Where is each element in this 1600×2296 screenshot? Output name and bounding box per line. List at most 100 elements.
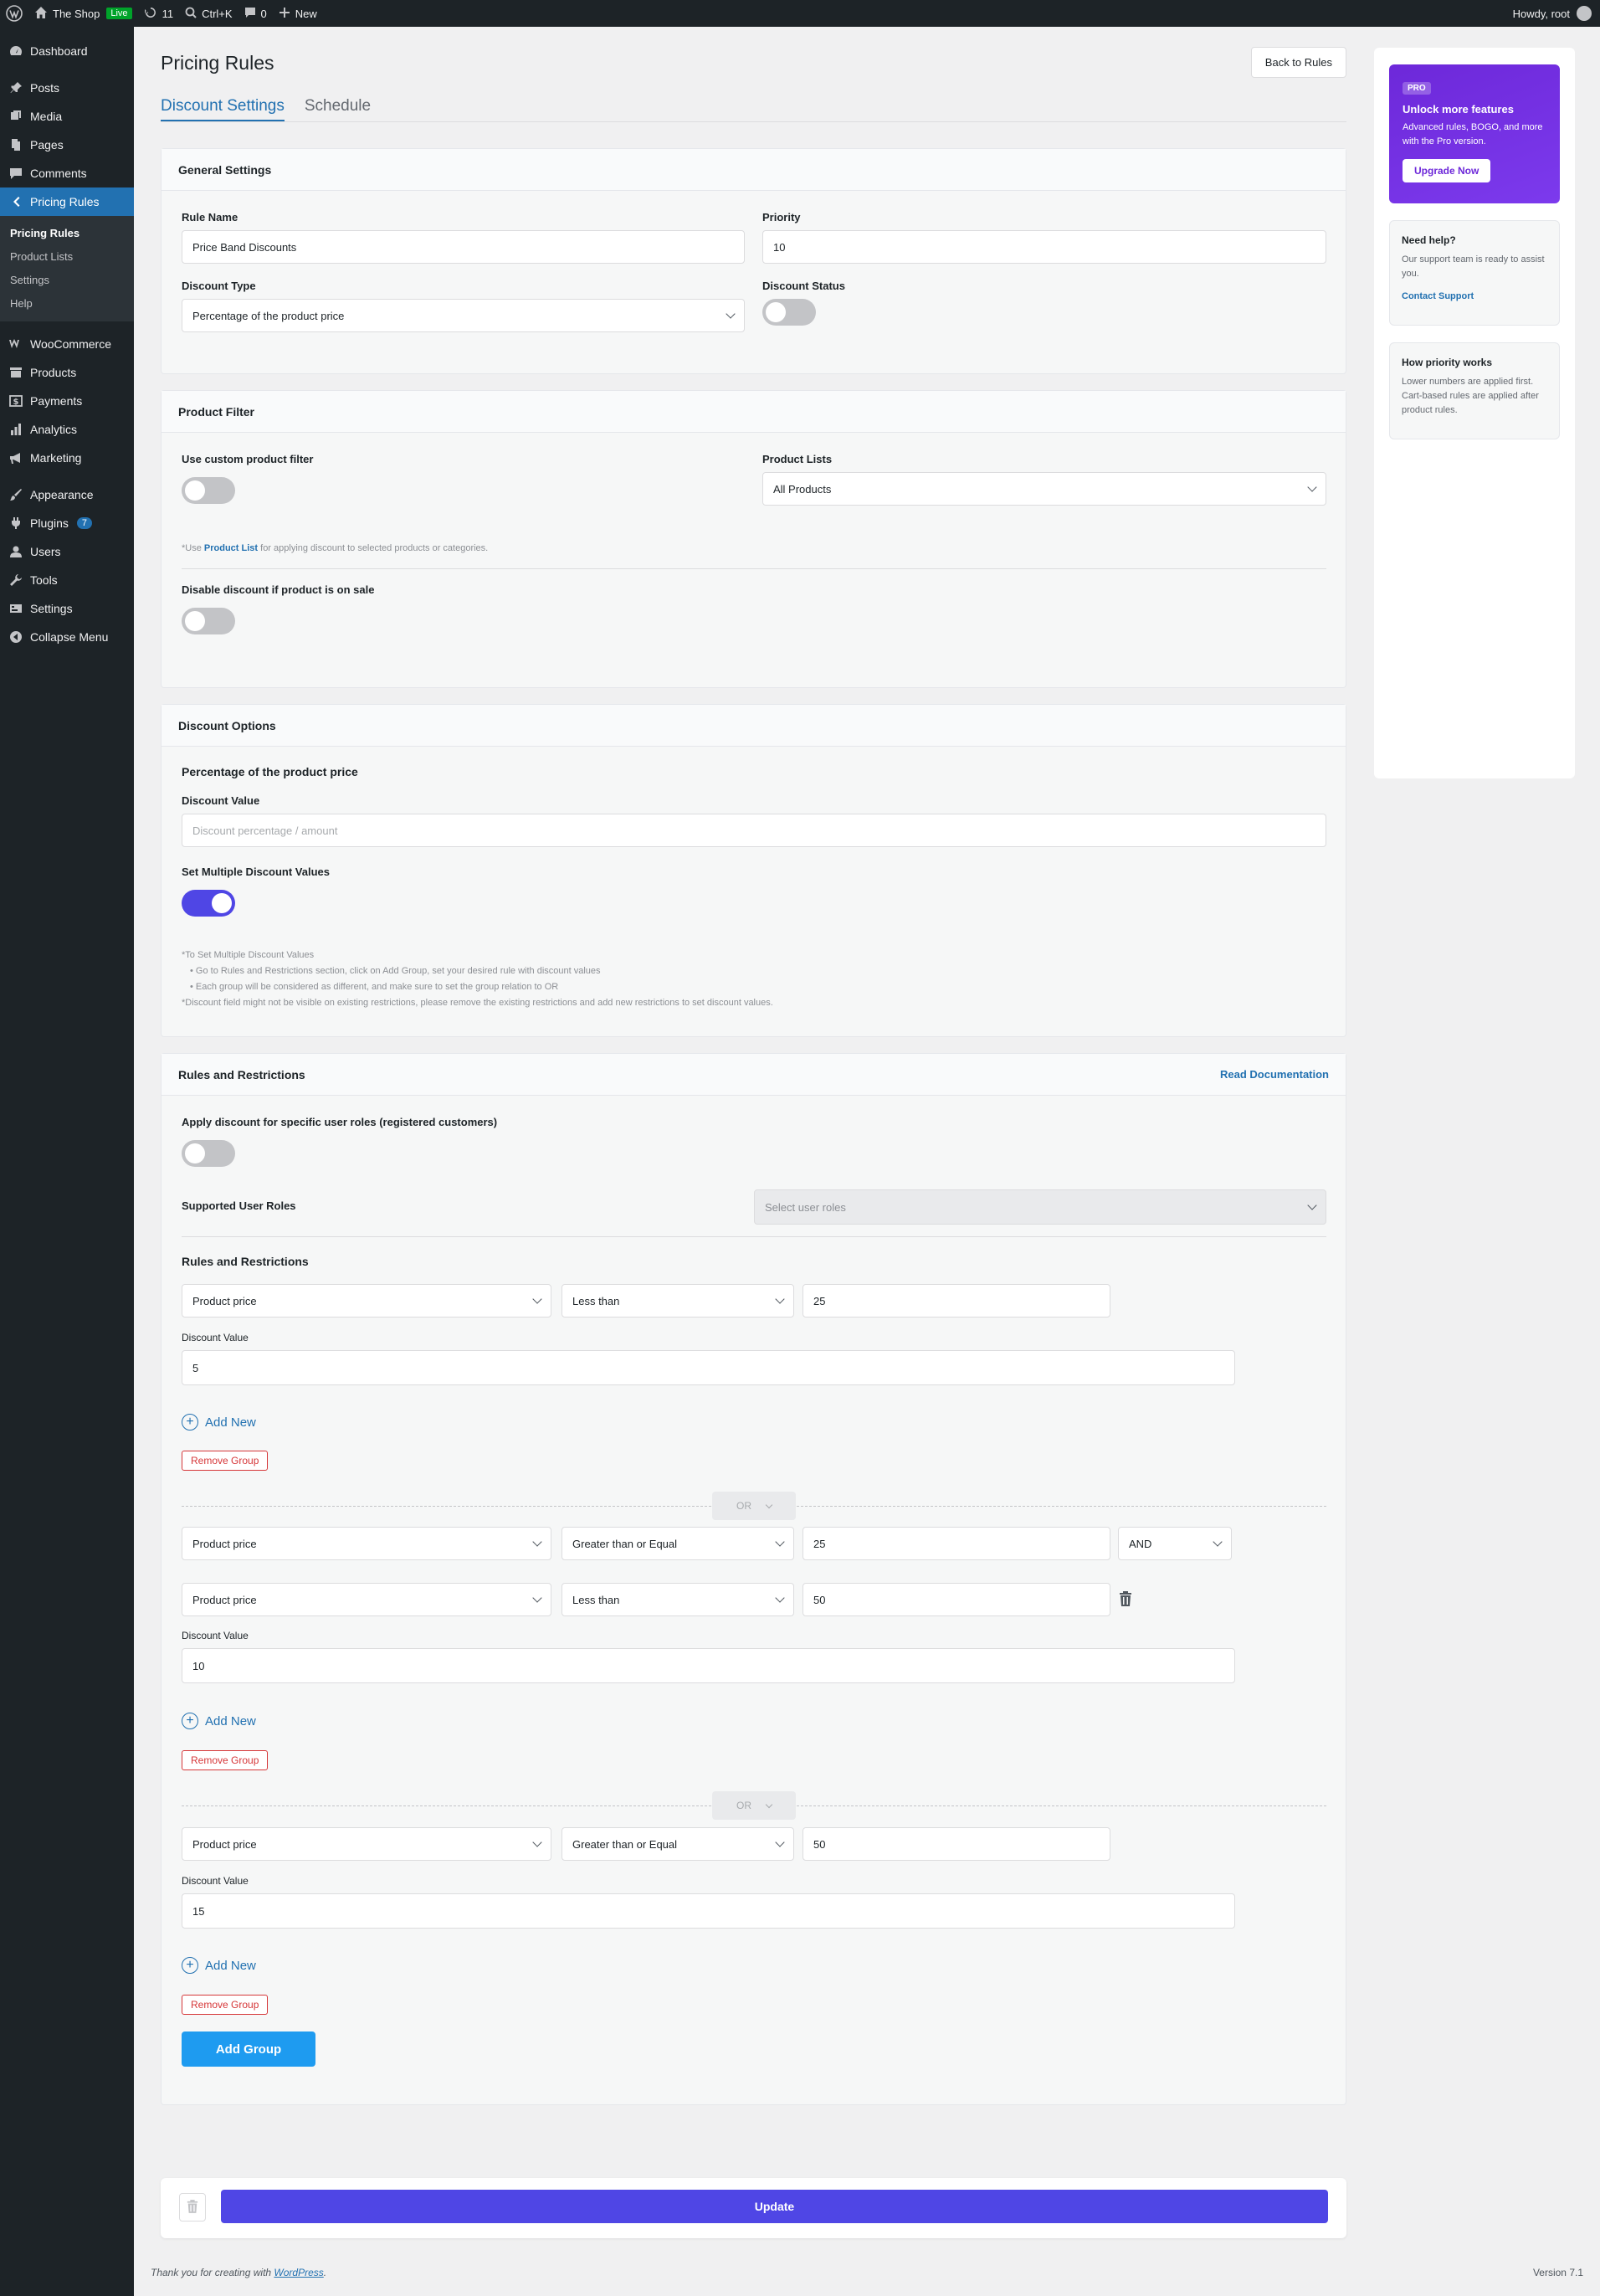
user-roles-toggle[interactable]	[182, 1140, 235, 1167]
howdy-text: Howdy, root	[1512, 7, 1570, 20]
multiple-values-toggle[interactable]	[182, 890, 235, 917]
condition-value-input[interactable]: 50	[803, 1827, 1110, 1861]
updates-link[interactable]: 11	[138, 0, 180, 27]
sidebar-item-payments[interactable]: $ Payments	[0, 387, 134, 415]
priority-input[interactable]: 10	[762, 230, 1326, 264]
submenu-item-pricing-rules[interactable]: Pricing Rules	[0, 222, 134, 245]
contact-support-link[interactable]: Contact Support	[1402, 291, 1547, 301]
custom-filter-label: Use custom product filter	[182, 453, 314, 465]
delete-condition-button[interactable]	[1119, 1591, 1132, 1609]
comments-link[interactable]: 0	[238, 0, 273, 27]
wordpress-logo-icon[interactable]	[0, 0, 28, 27]
condition-operator-select[interactable]: Greater than or Equal	[562, 1827, 794, 1861]
discount-value-input[interactable]: Discount percentage / amount	[182, 814, 1326, 847]
chevron-down-icon	[775, 1837, 785, 1847]
command-palette-link[interactable]: Ctrl+K	[179, 0, 238, 27]
chevron-down-icon	[1307, 1200, 1317, 1210]
condition-value-input[interactable]: 50	[803, 1583, 1110, 1616]
disable-sale-toggle[interactable]	[182, 608, 235, 634]
remove-group-button[interactable]: Remove Group	[182, 1750, 269, 1770]
sidebar-item-woocommerce[interactable]: WooCommerce	[0, 330, 134, 358]
card-header: General Settings	[162, 149, 1346, 191]
collapse-menu-button[interactable]: Collapse Menu	[0, 623, 134, 651]
product-lists-select[interactable]: All Products	[762, 472, 1326, 506]
group-relation-select[interactable]: OR	[712, 1791, 796, 1820]
submenu-item-product-lists[interactable]: Product Lists	[0, 245, 134, 269]
condition-field-select[interactable]: Product price	[182, 1527, 551, 1560]
sidebar-item-tools[interactable]: Tools	[0, 566, 134, 594]
discount-type-select[interactable]: Percentage of the product price	[182, 299, 745, 332]
condition-operator-select[interactable]: Greater than or Equal	[562, 1527, 794, 1560]
submenu-item-help[interactable]: Help	[0, 292, 134, 316]
read-documentation-link[interactable]: Read Documentation	[1220, 1068, 1329, 1081]
add-new-condition-button[interactable]: + Add New	[182, 1713, 256, 1729]
delete-rule-button[interactable]	[179, 2193, 206, 2222]
sidebar-item-media[interactable]: Media	[0, 102, 134, 131]
remove-group-button[interactable]: Remove Group	[182, 1451, 269, 1471]
card-title: Discount Options	[178, 718, 276, 732]
site-name-link[interactable]: The Shop Live	[28, 0, 138, 27]
sidebar-item-pricing-rules[interactable]: Pricing Rules	[0, 187, 134, 216]
back-to-rules-button[interactable]: Back to Rules	[1250, 47, 1346, 78]
condition-operator-select[interactable]: Less than	[562, 1583, 794, 1616]
condition-field-select[interactable]: Product price	[182, 1583, 551, 1616]
supported-roles-label: Supported User Roles	[182, 1199, 296, 1212]
upgrade-now-button[interactable]: Upgrade Now	[1403, 159, 1491, 182]
pro-promo-card: PRO Unlock more features Advanced rules,…	[1389, 64, 1560, 203]
sidebar-item-comments[interactable]: Comments	[0, 159, 134, 187]
add-new-condition-button[interactable]: + Add New	[182, 1957, 256, 1974]
trash-icon	[187, 2199, 198, 2216]
group-discount-value-input[interactable]: 15	[182, 1893, 1235, 1929]
rules-restrictions-card: Rules and Restrictions Read Documentatio…	[161, 1053, 1346, 2105]
condition-value-input[interactable]: 25	[803, 1284, 1110, 1318]
avatar	[1577, 6, 1592, 21]
discount-type-label: Discount Type	[182, 280, 256, 292]
submenu-item-settings[interactable]: Settings	[0, 269, 134, 292]
sidebar-item-plugins[interactable]: Plugins 7	[0, 509, 134, 537]
priority-info-text: Lower numbers are applied first. Cart-ba…	[1402, 377, 1539, 415]
sidebar-item-appearance[interactable]: Appearance	[0, 480, 134, 509]
pin-icon	[8, 80, 23, 95]
tab-schedule[interactable]: Schedule	[305, 97, 371, 121]
product-list-link[interactable]: Product List	[204, 543, 258, 553]
archive-icon	[8, 365, 23, 380]
sidebar-item-posts[interactable]: Posts	[0, 74, 134, 102]
condition-value-input[interactable]: 25	[803, 1527, 1110, 1560]
sidebar-item-marketing[interactable]: Marketing	[0, 444, 134, 472]
sidebar-item-analytics[interactable]: Analytics	[0, 415, 134, 444]
condition-join-select[interactable]: AND	[1118, 1527, 1232, 1560]
condition-operator-select[interactable]: Less than	[562, 1284, 794, 1318]
condition-field-select[interactable]: Product price	[182, 1284, 551, 1318]
discount-status-toggle[interactable]	[762, 299, 816, 326]
wordpress-link[interactable]: WordPress	[274, 2267, 323, 2278]
rule-name-input[interactable]: Price Band Discounts	[182, 230, 745, 264]
supported-roles-select[interactable]: Select user roles	[754, 1189, 1326, 1225]
add-new-condition-button[interactable]: + Add New	[182, 1414, 256, 1431]
sidebar-item-users[interactable]: Users	[0, 537, 134, 566]
add-group-button[interactable]: Add Group	[182, 2031, 315, 2067]
my-account[interactable]: Howdy, root	[1513, 6, 1600, 21]
woo-icon	[8, 336, 23, 352]
sidebar-item-products[interactable]: Products	[0, 358, 134, 387]
tab-discount-settings[interactable]: Discount Settings	[161, 97, 285, 121]
chevron-down-icon	[532, 1294, 542, 1304]
update-button[interactable]: Update	[221, 2190, 1328, 2223]
discount-type-value: Percentage of the product price	[192, 309, 345, 322]
settings-icon	[8, 601, 23, 616]
brush-icon	[8, 487, 23, 502]
discount-type-subtitle: Percentage of the product price	[182, 765, 358, 778]
sidebar-item-label: WooCommerce	[30, 337, 111, 351]
sidebar-item-settings[interactable]: Settings	[0, 594, 134, 623]
remove-group-button[interactable]: Remove Group	[182, 1995, 269, 2015]
new-content-link[interactable]: New	[273, 0, 323, 27]
group-discount-value-input[interactable]: 5	[182, 1350, 1235, 1385]
condition-field-select[interactable]: Product price	[182, 1827, 551, 1861]
sidebar-item-label: Payments	[30, 394, 83, 408]
sidebar-item-pages[interactable]: Pages	[0, 131, 134, 159]
users-icon	[8, 544, 23, 559]
group-discount-value-input[interactable]: 10	[182, 1648, 1235, 1683]
sidebar-item-label: Appearance	[30, 488, 94, 501]
custom-filter-toggle[interactable]	[182, 477, 235, 504]
sidebar-item-dashboard[interactable]: Dashboard	[0, 37, 134, 65]
group-relation-select[interactable]: OR	[712, 1492, 796, 1520]
